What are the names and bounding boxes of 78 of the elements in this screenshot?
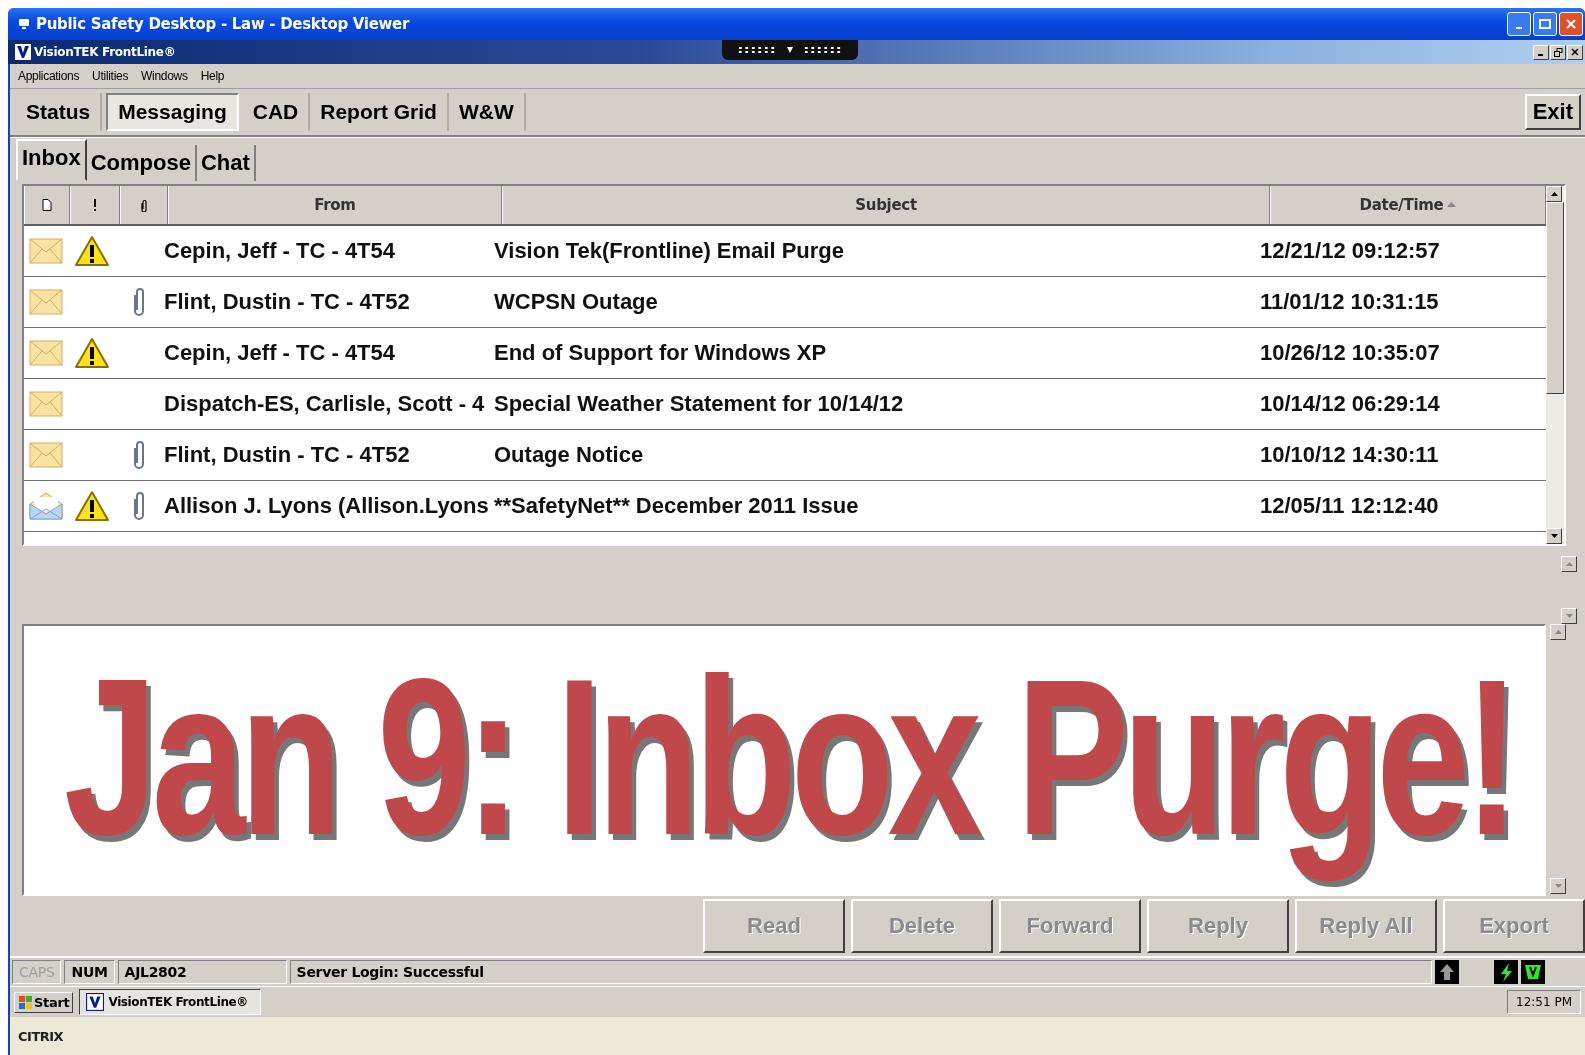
subject-text: Vision Tek(Frontline) Email Purge bbox=[494, 238, 845, 264]
citrix-toolbar-handle[interactable] bbox=[722, 40, 858, 60]
menu-item[interactable]: Windows bbox=[141, 69, 188, 83]
subject-text: Special Weather Statement for 10/14/12 bbox=[494, 391, 904, 417]
message-tab[interactable]: Chat bbox=[196, 145, 256, 181]
v-logo-icon bbox=[86, 993, 105, 1011]
sort-ascending-icon bbox=[1447, 202, 1457, 208]
lightning-icon bbox=[1493, 960, 1518, 984]
module-tab[interactable]: CAD bbox=[242, 93, 311, 131]
message-row[interactable]: Dispatch-ES, Carlisle, Scott - 4 Special Weather Statement for 10/14/12 10/14/12 06:29:14 bbox=[24, 379, 1546, 430]
down-arrow-icon bbox=[1565, 614, 1573, 618]
module-tab[interactable]: Report Grid bbox=[310, 93, 449, 131]
monitor-icon bbox=[18, 18, 30, 30]
sender-text: Dispatch-ES, Carlisle, Scott - 4 bbox=[164, 391, 485, 417]
subject-text: WCPSN Outage bbox=[494, 289, 658, 315]
message-row[interactable]: Cepin, Jeff - TC - 4T54 Vision Tek(Frontline) Email Purge 12/21/12 09:12:57 bbox=[24, 226, 1546, 277]
module-tab[interactable]: Messaging bbox=[106, 93, 239, 131]
document-icon bbox=[42, 199, 52, 211]
message-tab[interactable]: Compose bbox=[86, 145, 197, 181]
scrollbar[interactable] bbox=[1546, 186, 1564, 544]
menu-item[interactable]: Utilities bbox=[92, 69, 129, 83]
key-indicator: NUM bbox=[64, 960, 115, 984]
subject-text: Outage Notice bbox=[494, 442, 644, 468]
menu-item[interactable]: Applications bbox=[18, 69, 80, 83]
user-id: AJL2802 bbox=[117, 960, 287, 984]
window-title: Public Safety Desktop - Law - Desktop Viewer bbox=[36, 15, 410, 33]
message-tab[interactable]: Inbox bbox=[16, 139, 87, 181]
preview-text: Jan 9: Inbox Purge! bbox=[64, 631, 1515, 883]
date-text: 12/21/12 09:12:57 bbox=[1260, 238, 1440, 264]
start-button[interactable]: Start bbox=[14, 991, 74, 1013]
date-text: 10/26/12 10:35:07 bbox=[1260, 340, 1440, 366]
paperclip-icon bbox=[140, 198, 148, 212]
sender-text: Allison J. Lyons (Allison.Lyons bbox=[164, 493, 489, 519]
column-header[interactable]: Subject bbox=[502, 186, 1270, 224]
v-shield-icon bbox=[1520, 960, 1545, 984]
exit-button[interactable]: Exit bbox=[1524, 94, 1581, 130]
message-row[interactable]: Flint, Dustin - TC - 4T52 WCPSN Outage 11/01/12 10:31:15 bbox=[24, 277, 1546, 328]
minimize-button[interactable] bbox=[1533, 44, 1549, 60]
date-text: 10/14/12 06:29:14 bbox=[1260, 391, 1440, 417]
sender-text: Cepin, Jeff - TC - 4T54 bbox=[164, 238, 396, 264]
exclamation-icon bbox=[93, 199, 97, 211]
column-header[interactable]: From bbox=[168, 186, 502, 224]
down-arrow-icon bbox=[1554, 884, 1562, 888]
close-button[interactable] bbox=[1567, 44, 1583, 60]
restore-icon bbox=[1553, 47, 1563, 57]
date-text: 10/10/12 14:30:11 bbox=[1260, 442, 1439, 468]
module-tab[interactable]: W&W bbox=[448, 93, 526, 131]
column-header[interactable] bbox=[24, 186, 70, 224]
up-arrow-icon bbox=[1550, 192, 1558, 196]
message-row[interactable]: Cepin, Jeff - TC - 4T54 End of Support for Windows XP 10/26/12 10:35:07 bbox=[24, 328, 1546, 379]
maximize-icon bbox=[1539, 19, 1551, 29]
sender-text: Cepin, Jeff - TC - 4T54 bbox=[164, 340, 396, 366]
sender-text: Flint, Dustin - TC - 4T52 bbox=[164, 289, 410, 315]
clock: 12:51 PM bbox=[1507, 990, 1581, 1014]
citrix-logo: CITRIX bbox=[18, 1028, 64, 1044]
maximize-button[interactable] bbox=[1533, 12, 1557, 36]
status-message: Server Login: Successful bbox=[289, 960, 1432, 984]
subject-text: End of Support for Windows XP bbox=[494, 340, 827, 366]
close-icon bbox=[1565, 18, 1577, 30]
down-arrow-icon bbox=[1550, 534, 1558, 538]
module-tab[interactable]: Status bbox=[16, 93, 103, 131]
minimize-icon bbox=[1516, 27, 1522, 29]
windows-flag-icon bbox=[18, 995, 32, 1009]
column-header[interactable] bbox=[120, 186, 168, 224]
up-arrow-icon bbox=[1565, 562, 1573, 566]
date-text: 11/01/12 10:31:15 bbox=[1260, 289, 1439, 315]
taskbar-item[interactable]: VisionTEK FrontLine® bbox=[79, 989, 262, 1015]
close-icon bbox=[1571, 48, 1579, 56]
menu-item[interactable]: Help bbox=[200, 69, 225, 83]
sender-text: Flint, Dustin - TC - 4T52 bbox=[164, 442, 410, 468]
date-text: 12/05/11 12:12:40 bbox=[1260, 493, 1439, 519]
restore-button[interactable] bbox=[1550, 44, 1566, 60]
up-arrow-icon bbox=[1554, 630, 1562, 634]
v-logo-icon bbox=[15, 44, 31, 60]
message-row[interactable]: Flint, Dustin - TC - 4T52 Outage Notice 10/10/12 14:30:11 bbox=[24, 430, 1546, 481]
app-title: VisionTEK FrontLine® bbox=[34, 45, 176, 59]
message-row[interactable]: Allison J. Lyons (Allison.Lyons **SafetyNet** December 2011 Issue 12/05/11 12:12:40 bbox=[24, 481, 1546, 532]
subject-text: **SafetyNet** December 2011 Issue bbox=[494, 493, 859, 519]
